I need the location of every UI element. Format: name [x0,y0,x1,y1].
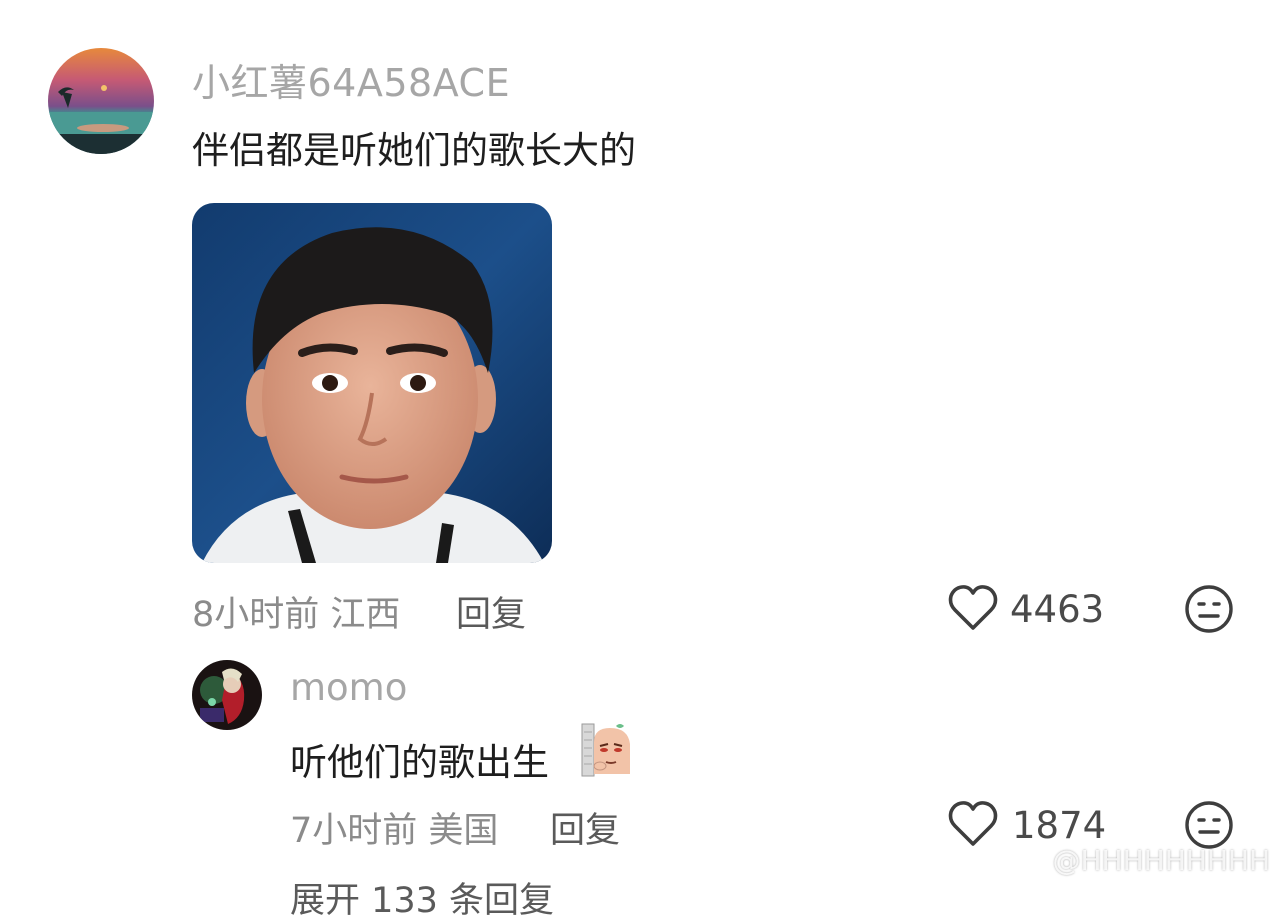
comment-username[interactable]: 小红薯64A58ACE [192,52,510,107]
like-count: 4463 [1010,588,1105,631]
watermark: @HHHHHHHHH [1052,844,1271,877]
avatar[interactable] [192,660,262,730]
neutral-face-icon[interactable] [1184,800,1234,850]
expand-replies-link[interactable]: 展开 133 条回复 [290,872,554,923]
comment-time-location: 7小时前 美国 [290,811,499,851]
comment-text: 听他们的歌出生 [290,741,549,784]
avatar[interactable] [48,48,154,154]
comment-text: 伴侣都是听她们的歌长大的 [192,129,636,172]
heart-outline-icon[interactable] [948,801,998,847]
avatar-image [192,660,262,730]
reply-button[interactable]: 回复 [456,586,526,637]
avatar-sunset-image [48,48,154,154]
comment-image[interactable] [192,203,552,563]
portrait-photo [192,203,552,563]
reply-button[interactable]: 回复 [550,802,620,853]
heart-outline-icon[interactable] [948,585,998,631]
sticker-icon [580,722,636,778]
comment-time-location: 8小时前 江西 [192,595,401,635]
neutral-face-icon[interactable] [1184,584,1234,634]
comment-username[interactable]: momo [290,666,407,709]
like-count: 1874 [1012,804,1107,847]
